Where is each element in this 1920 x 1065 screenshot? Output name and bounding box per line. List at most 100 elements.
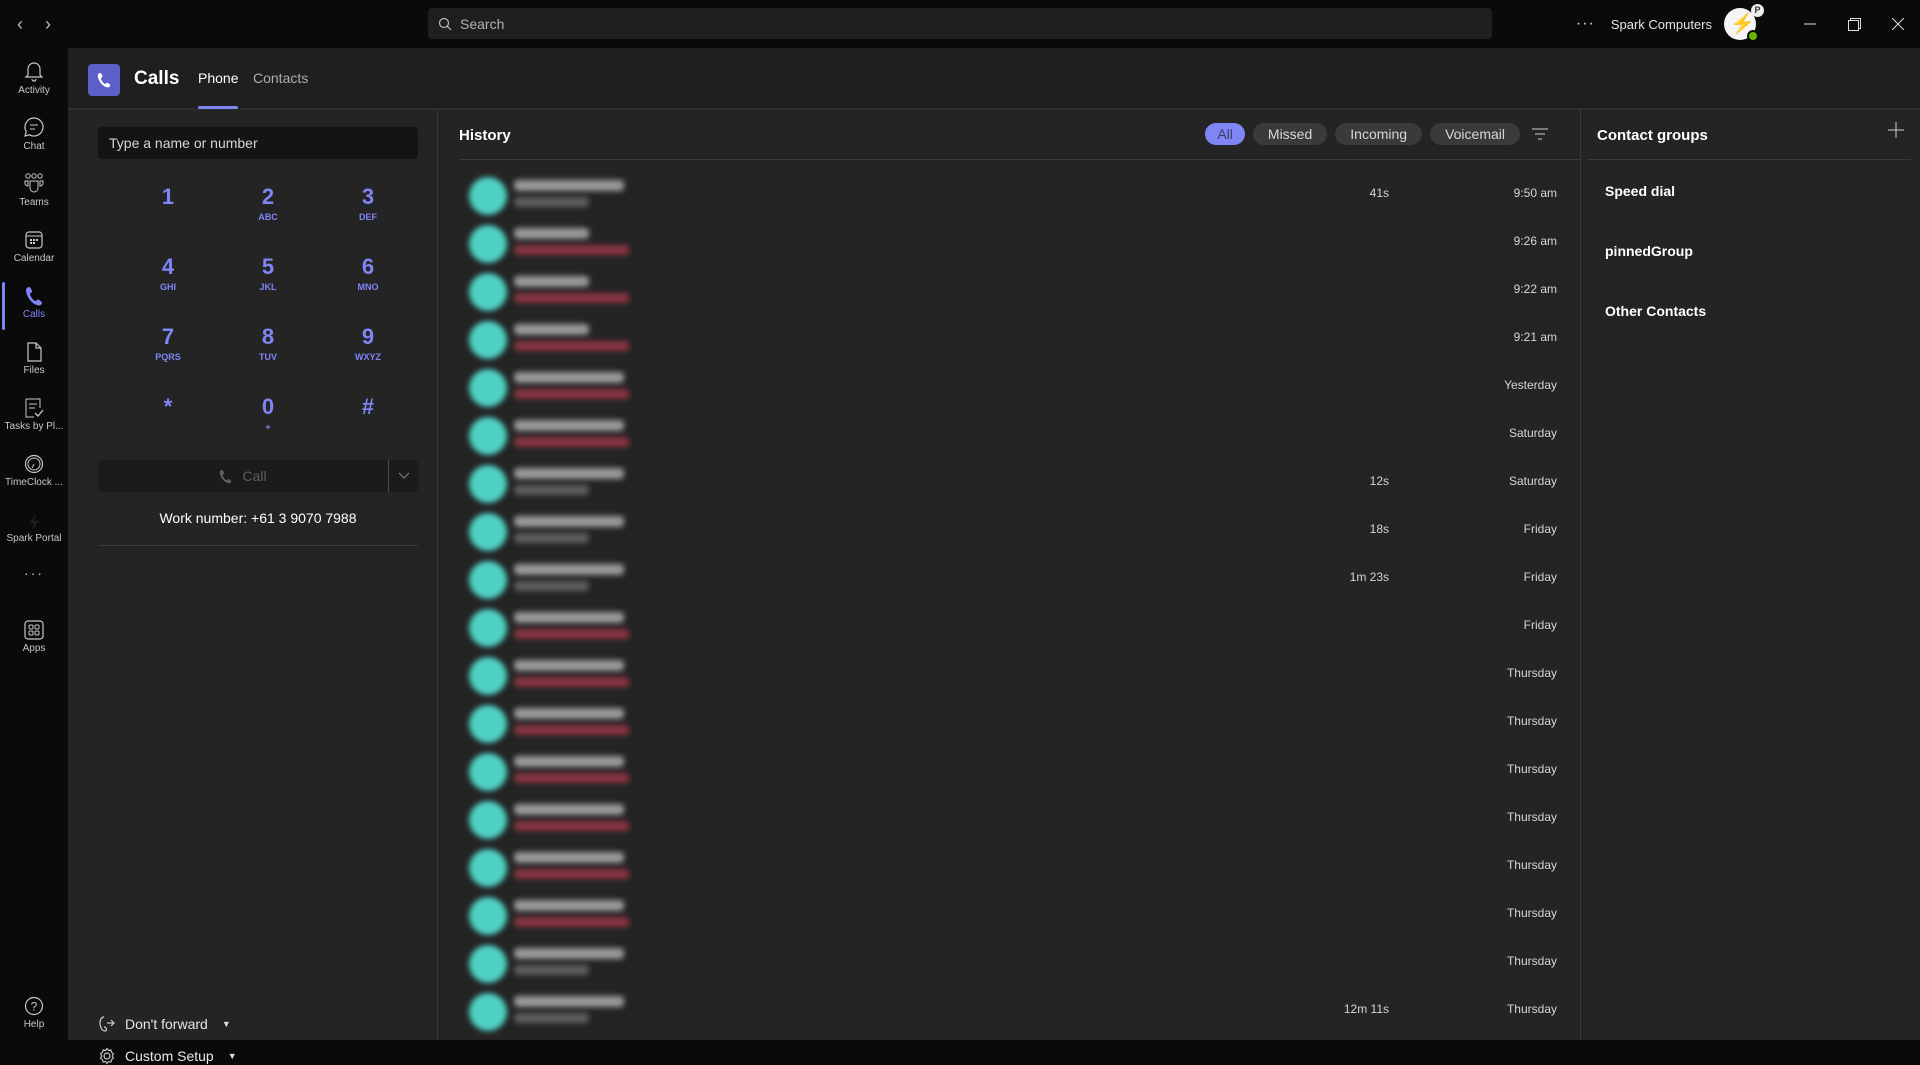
history-row[interactable]: Thursday (459, 890, 1569, 938)
call-forward-icon (99, 1016, 115, 1032)
rail-item-chat[interactable]: Chat (0, 112, 68, 168)
filter-missed[interactable]: Missed (1252, 123, 1328, 145)
dial-key[interactable]: 4 GHI (128, 253, 208, 309)
call-time: Thursday (1506, 858, 1557, 872)
tab-phone[interactable]: Phone (198, 70, 238, 86)
forward-arrow-icon[interactable]: › (36, 12, 60, 36)
group-pinned[interactable]: pinnedGroup (1605, 243, 1693, 259)
caller-name-redacted (514, 276, 589, 287)
dial-key-digit: 1 (161, 184, 175, 209)
history-row[interactable]: Saturday (459, 410, 1569, 458)
dial-key[interactable]: * (128, 393, 208, 449)
active-tab-indicator (198, 106, 238, 109)
history-row[interactable]: 41s 9:50 am (459, 170, 1569, 218)
custom-setup-dropdown[interactable]: Custom Setup ▼ (98, 1047, 237, 1065)
dial-key[interactable]: 6 MNO (328, 253, 408, 309)
call-forward-dropdown[interactable]: Don't forward ▼ (98, 1015, 231, 1033)
caret-down-icon: ▼ (221, 1019, 231, 1029)
restore-icon[interactable] (1832, 0, 1876, 48)
chat-icon (23, 112, 45, 138)
history-row[interactable]: 9:22 am (459, 266, 1569, 314)
rail-item-files[interactable]: Files (0, 336, 68, 392)
gear-icon (99, 1047, 115, 1065)
call-options-dropdown[interactable] (388, 460, 418, 492)
call-time: Saturday (1508, 426, 1557, 440)
call-status-redacted (514, 533, 589, 543)
call-time: Thursday (1506, 714, 1557, 728)
dial-key[interactable]: 1 (128, 183, 208, 239)
close-icon[interactable] (1876, 0, 1920, 48)
call-time: Friday (1523, 618, 1557, 632)
phone-icon (220, 469, 232, 483)
dial-key-digit: 5 (261, 254, 275, 279)
filter-incoming[interactable]: Incoming (1335, 123, 1423, 145)
rail-item-spark-portal[interactable]: Spark Portal (0, 504, 68, 560)
call-duration: 12s (1369, 474, 1389, 488)
caller-name-redacted (514, 372, 624, 383)
dial-key-digit: 7 (161, 324, 175, 349)
rail-item-timeclock[interactable]: TimeClock ... (0, 448, 68, 504)
dial-key[interactable]: 8 TUV (228, 323, 308, 379)
search-icon (438, 17, 452, 30)
history-row[interactable]: Thursday (459, 698, 1569, 746)
file-icon (26, 336, 42, 362)
rail-item-calendar[interactable]: Calendar (0, 224, 68, 280)
tab-contacts[interactable]: Contacts (253, 70, 308, 86)
tasks-icon (24, 392, 44, 418)
call-button[interactable]: Call (98, 460, 388, 492)
dial-number-input[interactable] (98, 127, 418, 159)
history-row[interactable]: Thursday (459, 746, 1569, 794)
filter-icon[interactable] (1532, 128, 1548, 140)
minimize-icon[interactable] (1788, 0, 1832, 48)
history-row[interactable]: Thursday (459, 794, 1569, 842)
caller-avatar (469, 993, 507, 1031)
dial-key[interactable]: 3 DEF (328, 183, 408, 239)
filter-voicemail[interactable]: Voicemail (1430, 123, 1520, 145)
filter-all[interactable]: All (1205, 123, 1245, 145)
history-row[interactable]: Thursday (459, 842, 1569, 890)
add-group-button[interactable] (1888, 122, 1904, 143)
dial-key-letters: GHI (159, 282, 176, 292)
rail-item-calls[interactable]: Calls (0, 280, 68, 336)
dial-key-letters: PQRS (155, 352, 181, 362)
call-time: Thursday (1506, 1002, 1557, 1016)
dial-key[interactable]: # (328, 393, 408, 449)
group-other-contacts[interactable]: Other Contacts (1605, 303, 1706, 319)
caller-name-redacted (514, 948, 624, 959)
history-row[interactable]: 12s Saturday (459, 458, 1569, 506)
dial-key[interactable]: 5 JKL (228, 253, 308, 309)
call-time: Saturday (1508, 474, 1557, 488)
history-row[interactable]: 18s Friday (459, 506, 1569, 554)
help-icon: ? (24, 990, 44, 1016)
history-row[interactable]: 12m 11s Thursday (459, 986, 1569, 1034)
dial-key[interactable]: 7 PQRS (128, 323, 208, 379)
dial-key[interactable]: 2 ABC (228, 183, 308, 239)
call-forward-label: Don't forward (125, 1016, 208, 1032)
rail-item-teams[interactable]: Teams (0, 168, 68, 224)
history-row[interactable]: Yesterday (459, 362, 1569, 410)
teams-icon (22, 168, 46, 194)
history-row[interactable]: Thursday (459, 938, 1569, 986)
history-row[interactable]: 9:21 am (459, 314, 1569, 362)
avatar[interactable]: ⚡ P (1724, 4, 1764, 42)
caller-name-redacted (514, 564, 624, 575)
dial-key-letters: MNO (357, 282, 379, 292)
dial-key[interactable]: 0 + (228, 393, 308, 449)
history-row[interactable]: 1m 23s Friday (459, 554, 1569, 602)
search-input[interactable]: Search (428, 8, 1492, 39)
history-row[interactable]: Friday (459, 602, 1569, 650)
rail-item-apps[interactable]: Apps (0, 614, 68, 670)
rail-item-tasks[interactable]: Tasks by Pl... (0, 392, 68, 448)
dial-key[interactable]: 9 WXYZ (328, 323, 408, 379)
group-speed-dial[interactable]: Speed dial (1605, 183, 1675, 199)
more-apps-button[interactable]: ··· (0, 560, 68, 616)
call-duration: 41s (1369, 186, 1389, 200)
more-icon[interactable]: ··· (1576, 15, 1595, 33)
more-apps-icon: ··· (24, 565, 44, 581)
history-row[interactable]: Thursday (459, 650, 1569, 698)
rail-item-activity[interactable]: Activity (0, 56, 68, 112)
back-arrow-icon[interactable]: ‹ (8, 12, 32, 36)
title-bar: ‹ › Search ··· Spark Computers ⚡ P (0, 0, 1920, 48)
history-row[interactable]: 9:26 am (459, 218, 1569, 266)
rail-item-help[interactable]: ? Help (0, 990, 68, 1046)
